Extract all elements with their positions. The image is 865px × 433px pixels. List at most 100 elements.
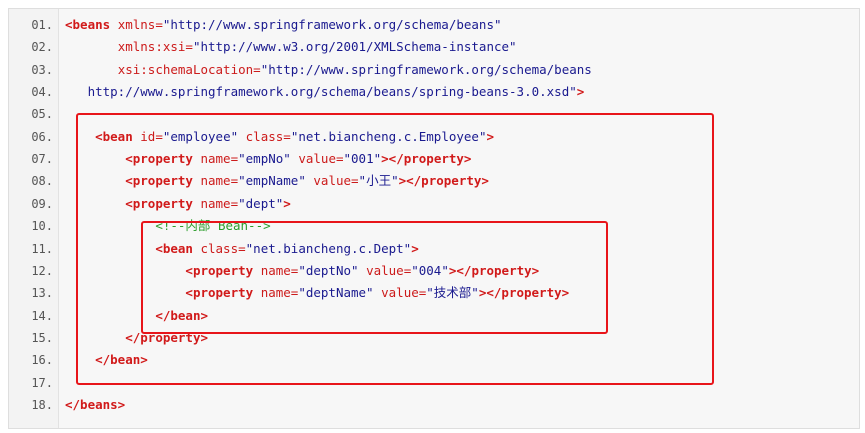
code-token-tag: <bean [155, 240, 193, 256]
code-token-attr: xmlns= [117, 17, 163, 32]
line-number: 06. [31, 129, 53, 144]
code-token-attr: id= [140, 128, 163, 144]
code-token-tag: </bean> [95, 352, 148, 368]
line-number: 09. [31, 196, 53, 211]
line-number: 01. [31, 18, 53, 32]
code-token-attr: name= [200, 195, 239, 211]
code-token-tag: ></property> [381, 151, 472, 167]
code-token-tag: <beans [65, 17, 111, 32]
code-token-val: http://www.springframework.org/schema/be… [87, 84, 577, 100]
line-number: 18. [31, 397, 53, 412]
code-text: <property name="deptName" value="技术部"></… [65, 282, 569, 304]
code-token-tag: <property [185, 285, 254, 301]
code-token-val: "net.biancheng.c.Employee" [290, 128, 487, 144]
code-token-val: "004" [411, 262, 449, 278]
line-number: 07. [31, 152, 53, 167]
code-token-val: "empNo" [238, 151, 291, 167]
code-token-tag: </property> [125, 329, 209, 345]
code-text: <beans xmlns="http://www.springframework… [65, 14, 502, 36]
code-token-val: "001" [343, 151, 382, 167]
code-line: 18. </beans> [9, 394, 849, 416]
code-token-tag: > [486, 128, 495, 144]
code-token-tag: > [576, 84, 585, 100]
code-token-attr: value= [366, 262, 412, 278]
code-line: 16. </bean> [9, 349, 849, 371]
code-text: </beans> [65, 394, 125, 416]
code-token-tag: </beans> [65, 396, 126, 412]
code-token-attr: xmlns:xsi= [117, 39, 193, 55]
code-token-attr: value= [298, 151, 344, 167]
code-token-val: "dept" [238, 195, 284, 211]
code-text: <property name="deptNo" value="004"></pr… [65, 260, 539, 282]
code-text: xsi:schemaLocation="http://www.springfra… [65, 59, 592, 81]
code-token-attr: class= [200, 240, 246, 256]
line-number: 11. [31, 241, 53, 256]
code-token-val: "deptName" [298, 285, 374, 301]
code-line: 03. xsi:schemaLocation="http://www.sprin… [9, 59, 849, 81]
code-token-val: "http://www.springframework.org/schema/b… [260, 61, 592, 77]
code-text: <property name="empName" value="小王"></pr… [65, 170, 489, 192]
line-number: 12. [31, 263, 53, 278]
code-token-val: "employee" [162, 128, 239, 144]
code-text: <property name="empNo" value="001"></pro… [65, 148, 471, 170]
code-line: 15. </property> [9, 327, 849, 349]
code-text: </bean> [65, 349, 148, 371]
line-number: 08. [31, 174, 53, 189]
code-text: <bean id="employee" class="net.biancheng… [65, 126, 494, 148]
line-number: 02. [31, 40, 53, 55]
code-line: 17. [9, 372, 849, 394]
code-line: 01. <beans xmlns="http://www.springframew… [9, 14, 849, 36]
line-number: 13. [31, 286, 53, 301]
code-line: 09. <property name="dept"> [9, 193, 849, 215]
code-line: 10. <!--内部 Bean--> [9, 215, 849, 237]
code-token-tag: <property [125, 151, 193, 167]
code-text: xmlns:xsi="http://www.w3.org/2001/XMLSch… [65, 36, 517, 58]
code-text: </bean> [65, 305, 208, 327]
line-number: 04. [31, 85, 53, 100]
code-line: 13. <property name="deptName" value="技术部… [9, 282, 849, 304]
code-line: 08. <property name="empName" value="小王">… [9, 170, 849, 192]
code-token-tag: <bean [95, 128, 133, 144]
code-token-attr: value= [381, 285, 427, 301]
line-number: 05. [31, 107, 53, 122]
code-token-attr: name= [200, 173, 239, 189]
code-token-comment: <!--内部 Bean--> [155, 218, 271, 234]
code-token-tag: </bean> [155, 307, 208, 323]
code-token-attr: xsi:schemaLocation= [117, 61, 261, 77]
code-token-attr: name= [200, 151, 239, 167]
line-number: 15. [31, 330, 53, 345]
line-number: 17. [31, 375, 53, 390]
code-text: <property name="dept"> [65, 193, 291, 215]
line-number: 03. [31, 62, 53, 77]
code-line: 05. [9, 103, 849, 125]
code-token-val: "empName" [238, 173, 306, 189]
code-block[interactable]: 01. <beans xmlns="http://www.springframew… [8, 8, 860, 429]
line-number: 14. [31, 308, 53, 323]
code-token-val: "deptNo" [298, 262, 359, 278]
code-token-val: "http://www.springframework.org/schema/b… [162, 17, 502, 32]
code-token-val: "net.biancheng.c.Dept" [245, 240, 412, 256]
code-line: 02. xmlns:xsi="http://www.w3.org/2001/XM… [9, 36, 849, 58]
code-token-attr: value= [313, 173, 359, 189]
code-text: <!--内部 Bean--> [65, 215, 271, 237]
code-line: 07. <property name="empNo" value="001"><… [9, 148, 849, 170]
code-token-tag: <property [125, 195, 193, 211]
line-number: 10. [31, 219, 53, 234]
code-line: 06. <bean id="employee" class="net.bianc… [9, 126, 849, 148]
code-token-attr: name= [260, 262, 299, 278]
code-token-attr: name= [260, 285, 299, 301]
line-number: 16. [31, 353, 53, 368]
code-line: 04. http://www.springframework.org/schem… [9, 81, 849, 103]
code-line: 12. <property name="deptNo" value="004">… [9, 260, 849, 282]
code-token-tag: ></property> [448, 262, 540, 278]
code-line: 11. <bean class="net.biancheng.c.Dept"> [9, 238, 849, 260]
code-token-val: "小王" [358, 173, 399, 189]
code-text: </property> [65, 327, 208, 349]
code-text: http://www.springframework.org/schema/be… [65, 81, 585, 103]
code-token-val: "技术部" [426, 285, 479, 301]
